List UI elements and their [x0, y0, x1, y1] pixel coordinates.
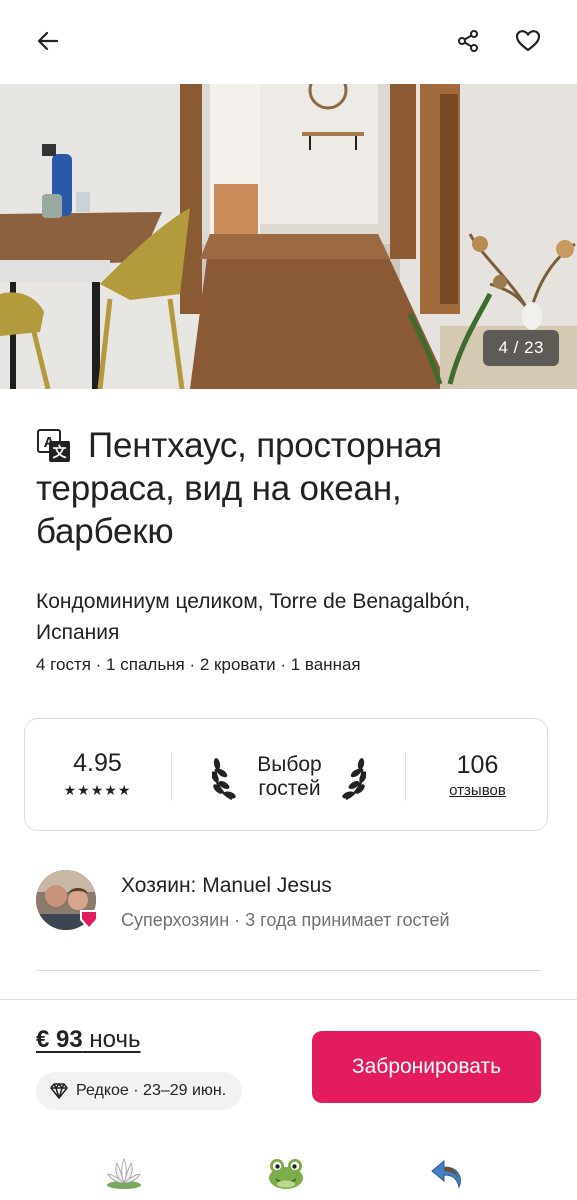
heart-icon — [515, 30, 541, 52]
footer-divider — [0, 999, 577, 1000]
host-name: Хозяин: Manuel Jesus — [121, 874, 332, 897]
guest-choice-line1: Выбор — [257, 753, 322, 776]
rating-stars: ★★★★★ — [63, 782, 132, 798]
guest-choice-stat: Выбор гостей — [172, 719, 405, 832]
reviews-link[interactable]: отзывов — [406, 782, 549, 799]
rating-stat: 4.95 ★★★★★ — [25, 719, 170, 832]
rating-value: 4.95 — [73, 749, 122, 777]
price-amount: € 93 — [36, 1026, 83, 1053]
reviews-stat: 106 отзывов — [406, 719, 549, 832]
lotus-icon — [107, 1157, 141, 1189]
laurel-right-icon — [342, 758, 366, 801]
translate-icon[interactable]: A 文 — [36, 428, 72, 464]
host-subtitle: Суперхозяин · 3 года принимает гостей — [121, 910, 450, 930]
guest-choice-line2: гостей — [258, 777, 321, 800]
host-section[interactable]: Хозяин: Manuel Jesus Суперхозяин · 3 год… — [36, 870, 546, 932]
nav-back[interactable] — [428, 1154, 468, 1194]
share-button[interactable] — [448, 21, 488, 61]
guest-choice-label: Выбор гостей — [242, 753, 337, 801]
photo-counter: 4 / 23 — [483, 330, 559, 366]
rare-label: Редкое · 23–29 июн. — [76, 1082, 227, 1099]
bottom-nav — [0, 1140, 577, 1200]
top-bar — [0, 0, 577, 84]
diamond-icon — [50, 1083, 68, 1099]
nav-frog[interactable] — [266, 1154, 306, 1194]
frog-icon — [269, 1159, 303, 1189]
svg-text:文: 文 — [53, 444, 68, 460]
photo-gallery[interactable]: 4 / 23 — [0, 84, 577, 389]
price-link[interactable]: € 93 ночь — [36, 1026, 140, 1054]
undo-arrow-icon — [431, 1159, 461, 1189]
laurel-left-icon — [212, 758, 236, 801]
favorite-button[interactable] — [508, 21, 548, 61]
listing-title-block: A 文 Пентхаус, просторная терраса, вид на… — [36, 424, 546, 553]
superhost-badge-icon — [80, 910, 98, 930]
arrow-left-icon — [37, 31, 59, 51]
listing-subtitle: Кондоминиум целиком, Torre de Benagalbón… — [36, 590, 471, 644]
stats-card: 4.95 ★★★★★ Выбор гостей 106 отзывов — [24, 718, 548, 831]
reviews-count: 106 — [456, 751, 499, 779]
listing-details: 4 гостя · 1 спальня · 2 кровати · 1 ванн… — [36, 655, 361, 674]
rare-badge: Редкое · 23–29 июн. — [36, 1072, 243, 1110]
nav-lotus[interactable] — [104, 1154, 144, 1194]
book-button[interactable]: Забронировать — [312, 1031, 541, 1103]
divider — [36, 970, 541, 971]
listing-title: Пентхаус, просторная терраса, вид на оке… — [36, 426, 442, 551]
price-unit: ночь — [89, 1026, 141, 1053]
back-button[interactable] — [28, 21, 68, 61]
share-icon — [458, 30, 478, 52]
